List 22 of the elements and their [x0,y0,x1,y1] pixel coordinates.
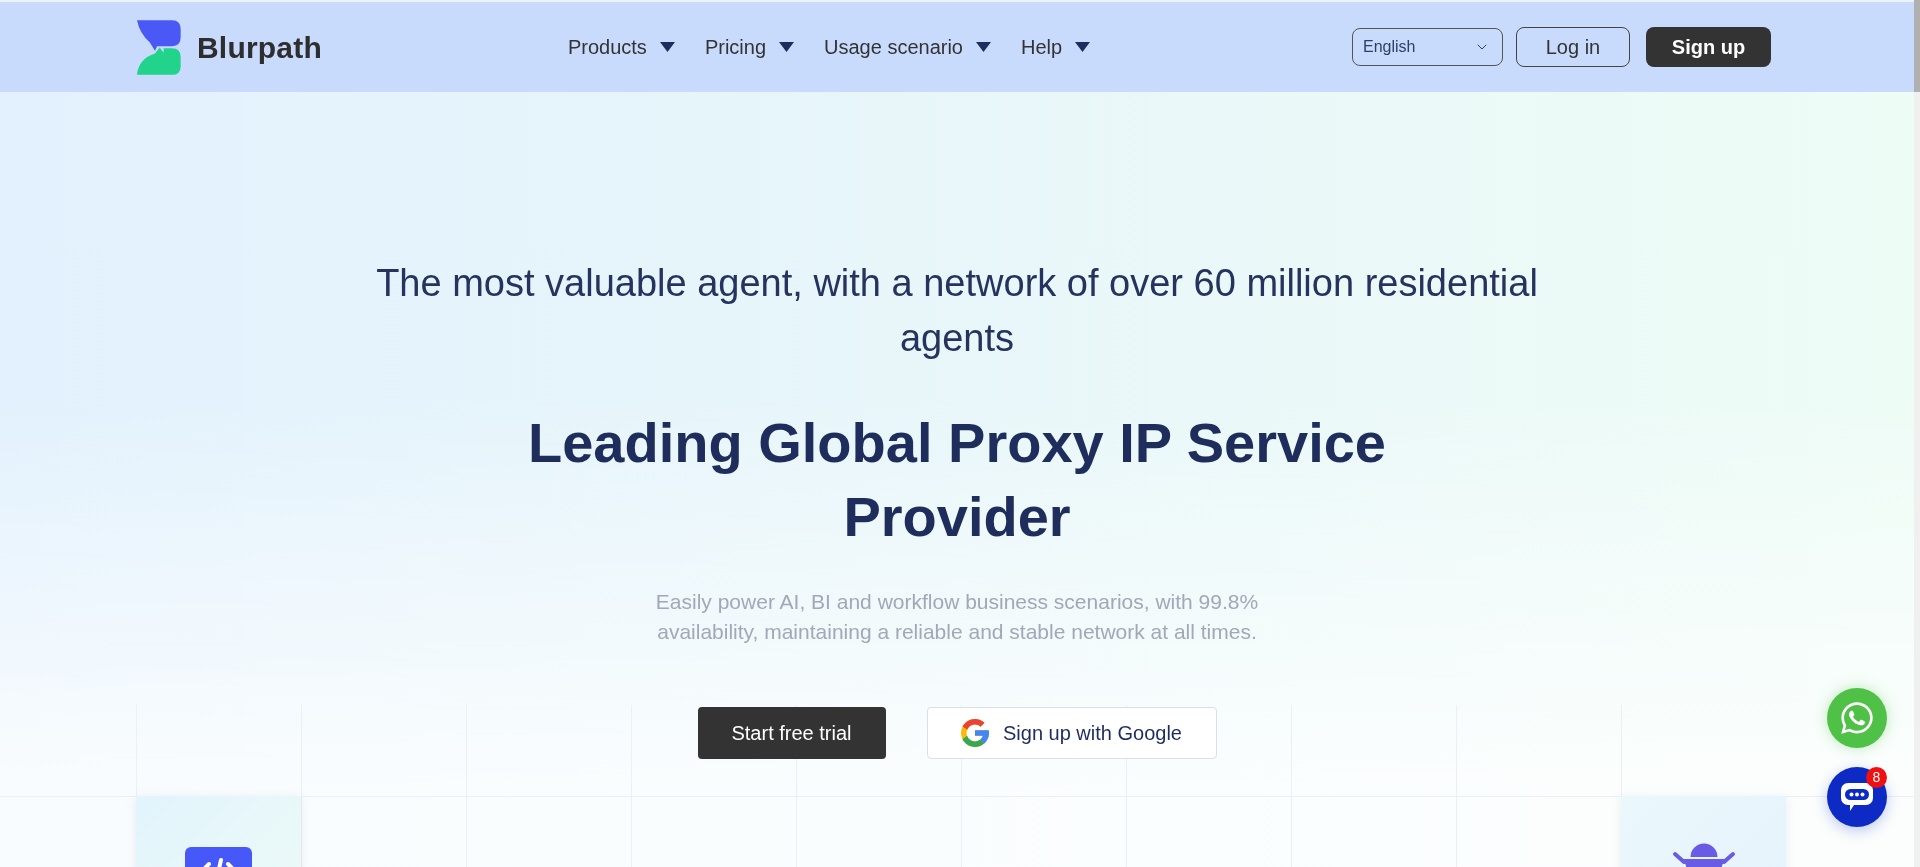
phone-speech-bubble-icon [1839,700,1875,736]
start-trial-button[interactable]: Start free trial [697,707,886,759]
signup-button[interactable]: Sign up [1646,27,1771,67]
language-select[interactable]: English [1352,28,1503,66]
g-logo-icon [961,719,989,747]
logo-icon [137,19,181,75]
nav-menu-button[interactable]: Products [567,32,675,62]
login-button[interactable]: Log in [1516,27,1630,67]
hero-description: Easily power AI, BI and workflow business scenarios, with 99.8% availability, maintaining a reliable and stable network at all times. [654,589,1260,645]
nav-menu-button[interactable]: Pricing [704,32,794,62]
hero-tagline: The most valuable agent, with a network of over 60 million residential agents [375,261,1539,361]
hero-title: Leading Global Proxy IP Service Provider [527,410,1387,550]
caret-down-icon [976,42,991,52]
google-signup-button[interactable]: Sign up with Google [926,707,1217,759]
nav-menu-button[interactable]: Help [1021,32,1091,62]
caret-down-icon [1075,42,1091,52]
brand-name[interactable]: Blurpath [197,24,322,70]
caret-down-icon [659,42,675,52]
nav-menu-button[interactable]: Usage scenario [824,32,991,62]
chat-bubble-icon [1840,781,1874,813]
caret-down-icon [779,42,794,52]
scrollbar-thumb[interactable] [1914,0,1920,92]
